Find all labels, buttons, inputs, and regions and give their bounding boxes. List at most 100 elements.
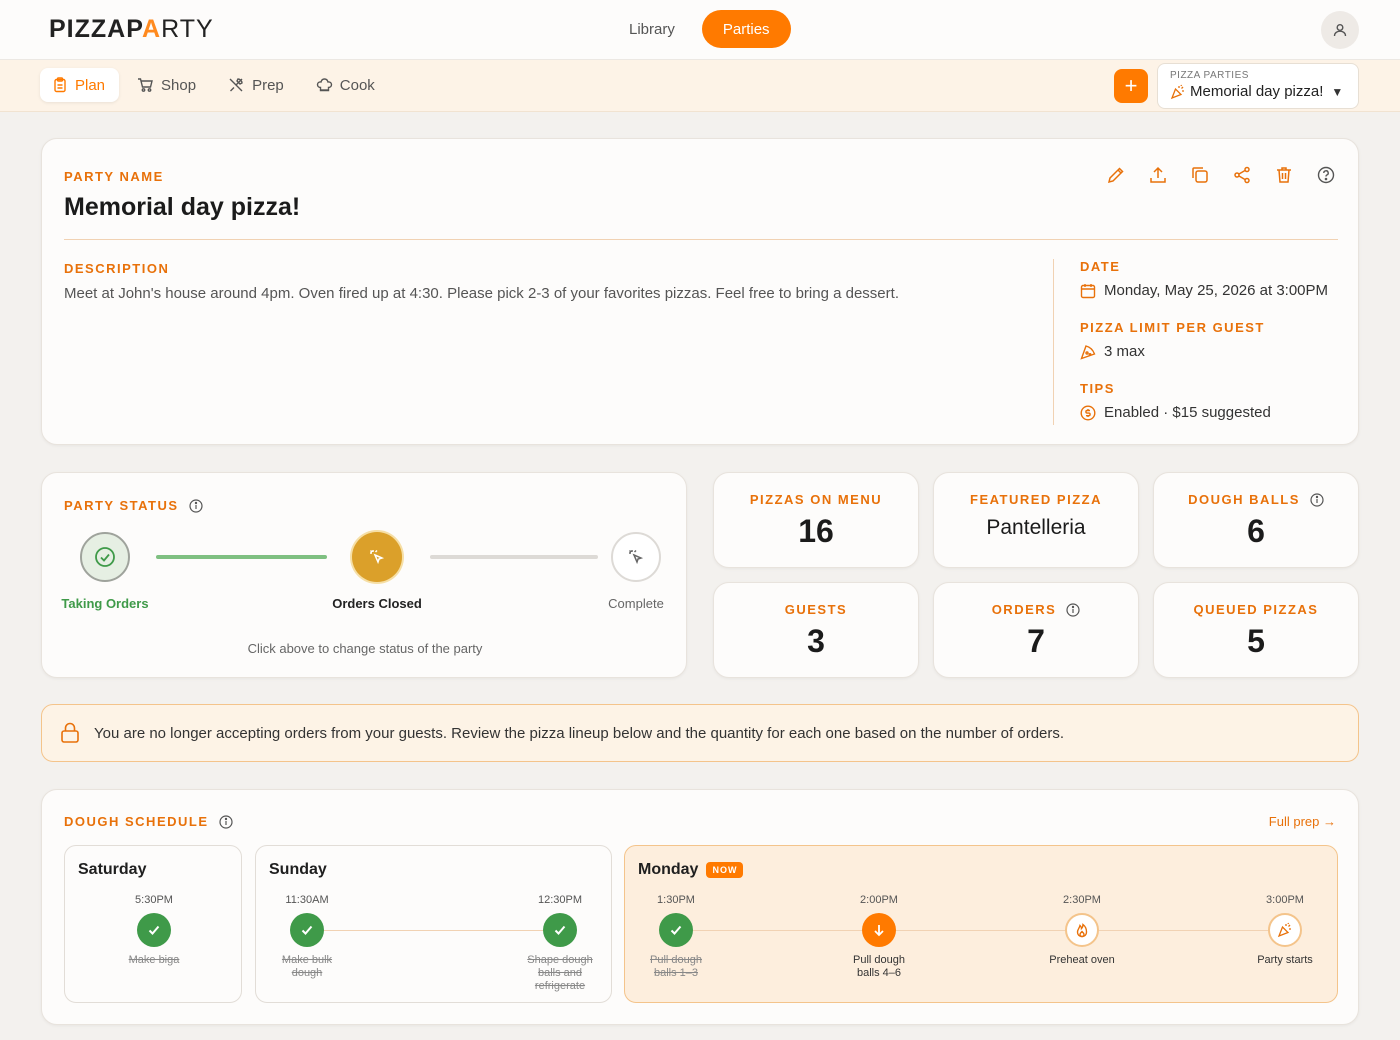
party-description: Meet at John's house around 4pm. Oven fi… — [64, 285, 899, 302]
party-name: Memorial day pizza! — [64, 193, 301, 221]
user-menu-button[interactable] — [1321, 11, 1359, 49]
notice-text: You are no longer accepting orders from … — [94, 724, 1065, 742]
date-block: DATE Monday, May 25, 2026 at 3:00PM — [1080, 259, 1328, 299]
dollar-coin-icon — [1080, 404, 1096, 421]
party-status-label-wrap: PARTY STATUS — [64, 498, 203, 513]
info-icon[interactable] — [1310, 492, 1324, 507]
status-step-label: Complete — [608, 596, 664, 611]
stat-label: QUEUED PIZZAS — [1193, 602, 1319, 617]
app-logo[interactable]: PIZZAPARTY — [49, 15, 214, 44]
stat-value: 6 — [1247, 513, 1265, 549]
event-time: 11:30AM — [285, 894, 329, 906]
duplicate-copy-icon[interactable] — [1190, 165, 1210, 185]
description-label: DESCRIPTION — [64, 261, 170, 276]
add-party-button[interactable]: + — [1114, 69, 1148, 103]
tab-shop[interactable]: Shop — [125, 68, 210, 102]
info-icon[interactable] — [1066, 602, 1080, 617]
check-icon — [670, 925, 682, 935]
date-label: DATE — [1080, 259, 1121, 274]
stat-label: GUESTS — [784, 602, 848, 617]
top-bar: PIZZAPARTY Library Parties — [0, 0, 1400, 60]
day-name: Sunday — [269, 861, 327, 878]
nav-parties[interactable]: Parties — [701, 10, 791, 48]
dough-schedule-label: DOUGH SCHEDULE — [64, 814, 209, 829]
delete-trash-icon[interactable] — [1274, 165, 1294, 185]
sub-nav-bar: Plan Shop Prep Cook + PIZZA PARTIES Memo… — [0, 60, 1400, 112]
stat-featured-pizza: FEATURED PIZZA Pantelleria — [933, 472, 1139, 568]
info-icon[interactable] — [188, 498, 203, 513]
party-name-label: PARTY NAME — [64, 169, 164, 184]
party-card-divider — [64, 239, 1338, 240]
nav-library[interactable]: Library — [608, 10, 696, 48]
cart-icon — [138, 78, 153, 92]
stat-guests: GUESTS 3 — [713, 582, 919, 678]
status-step-label: Orders Closed — [332, 596, 422, 611]
status-hint: Click above to change status of the part… — [247, 641, 483, 656]
tab-shop-label: Shop — [161, 76, 197, 94]
tab-cook[interactable]: Cook — [304, 68, 389, 102]
party-details-card: PARTY NAME Memorial day pizza! DESCRIPTI… — [41, 138, 1359, 445]
day-monday: Monday NOW 1:30PM Pull dough balls 1–3 2… — [624, 845, 1338, 1003]
tab-prep-label: Prep — [252, 76, 284, 94]
chef-hat-icon — [316, 78, 332, 92]
day-name: Monday — [638, 861, 699, 878]
tab-plan[interactable]: Plan — [40, 68, 120, 102]
stat-dough-balls: DOUGH BALLS 6 — [1153, 472, 1359, 568]
event-text: Party starts — [1257, 954, 1313, 966]
export-upload-icon[interactable] — [1148, 165, 1168, 185]
tips-value: Enabled · $15 suggested — [1104, 404, 1271, 421]
check-icon — [301, 925, 313, 935]
tab-cook-label: Cook — [339, 76, 375, 94]
party-popper-icon — [1170, 84, 1184, 99]
party-date: Monday, May 25, 2026 at 3:00PM — [1104, 282, 1329, 299]
stat-value: 7 — [1027, 623, 1045, 659]
stat-label: DOUGH BALLS — [1188, 492, 1300, 507]
dough-event: 1:30PM Pull dough balls 1–3 — [631, 894, 721, 980]
plan-tabs: Plan Shop Prep Cook — [40, 68, 389, 102]
party-popper-icon — [1277, 922, 1291, 938]
stat-orders: ORDERS 7 — [933, 582, 1139, 678]
day-name: Saturday — [78, 861, 147, 878]
event-text: Pull dough balls 4–6 — [853, 954, 905, 979]
full-prep-link[interactable]: Full prep → — [1269, 814, 1336, 829]
check-icon — [554, 925, 566, 935]
party-status-label: PARTY STATUS — [64, 498, 179, 513]
event-text: Make bulk dough — [281, 954, 333, 979]
dough-event: 2:30PM Preheat oven — [1037, 894, 1127, 967]
help-question-icon[interactable] — [1316, 165, 1336, 185]
party-selector-label: PIZZA PARTIES — [1170, 70, 1249, 81]
stat-pizzas-on-menu: PIZZAS ON MENU 16 — [713, 472, 919, 568]
dough-schedule-card: DOUGH SCHEDULE Full prep → Saturday 5:30… — [41, 789, 1359, 1025]
dough-event: 2:00PM Pull dough balls 4–6 — [834, 894, 924, 980]
status-progress-line-done — [156, 555, 327, 559]
event-time: 2:00PM — [860, 894, 898, 906]
pizza-limit-label: PIZZA LIMIT PER GUEST — [1080, 320, 1265, 335]
edit-pencil-icon[interactable] — [1106, 165, 1126, 185]
pizza-slice-icon — [1080, 344, 1096, 360]
info-icon[interactable] — [218, 814, 233, 829]
status-step-label: Taking Orders — [61, 596, 149, 611]
status-progress-line-pending — [430, 555, 598, 559]
check-icon — [148, 925, 160, 935]
status-step-complete[interactable]: Complete — [576, 532, 696, 611]
tab-prep[interactable]: Prep — [216, 68, 298, 102]
tab-plan-label: Plan — [75, 76, 106, 94]
status-step-taking-orders[interactable]: Taking Orders — [45, 532, 165, 611]
stat-label: PIZZAS ON MENU — [749, 492, 883, 507]
dough-event: 12:30PM Shape dough balls and refrigerat… — [515, 894, 605, 993]
dough-event: 11:30AM Make bulk dough — [262, 894, 352, 980]
pizza-limit-block: PIZZA LIMIT PER GUEST 3 max — [1080, 320, 1265, 360]
now-badge: NOW — [706, 862, 744, 878]
share-icon[interactable] — [1232, 165, 1252, 185]
meta-divider — [1053, 259, 1054, 425]
chevron-down-icon: ▼ — [1331, 84, 1344, 99]
dough-schedule-label-wrap: DOUGH SCHEDULE — [64, 814, 233, 829]
event-time: 3:00PM — [1266, 894, 1304, 906]
utensils-icon — [229, 78, 243, 92]
stat-value: 16 — [798, 513, 834, 549]
stat-label: FEATURED PIZZA — [970, 492, 1102, 507]
lock-icon — [61, 722, 79, 743]
status-step-orders-closed[interactable]: Orders Closed — [317, 532, 437, 611]
party-selector[interactable]: PIZZA PARTIES Memorial day pizza! ▼ — [1157, 63, 1359, 109]
check-circle-icon — [95, 547, 115, 567]
